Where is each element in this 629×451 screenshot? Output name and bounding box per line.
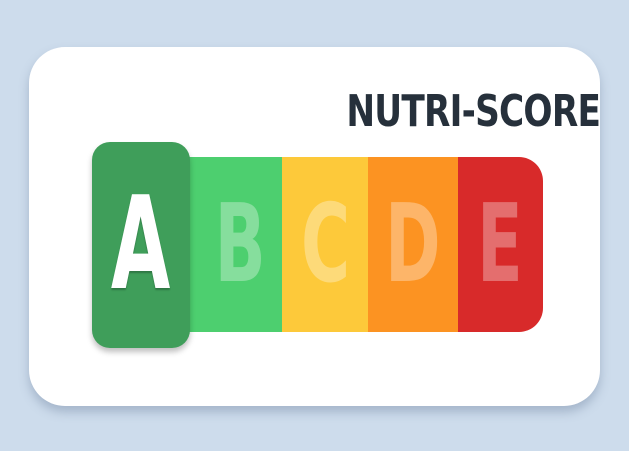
- nutri-score-title: NUTRI-SCORE: [346, 86, 601, 137]
- grade-segment-c: C: [282, 157, 368, 332]
- grade-scale: B C D E: [163, 157, 543, 332]
- grade-segment-b: B: [197, 157, 283, 332]
- nutri-score-page: { "title": "NUTRI-SCORE", "active_grade"…: [0, 0, 629, 451]
- grade-segment-e: E: [457, 157, 543, 332]
- grade-letter-e: E: [477, 181, 524, 307]
- grade-letter-b: B: [214, 181, 266, 307]
- grade-segment-d: D: [367, 157, 458, 332]
- grade-letter-c: C: [300, 181, 350, 307]
- grade-letter-d: D: [384, 181, 441, 307]
- active-grade-badge: A: [92, 142, 190, 348]
- active-grade-letter: A: [111, 170, 171, 319]
